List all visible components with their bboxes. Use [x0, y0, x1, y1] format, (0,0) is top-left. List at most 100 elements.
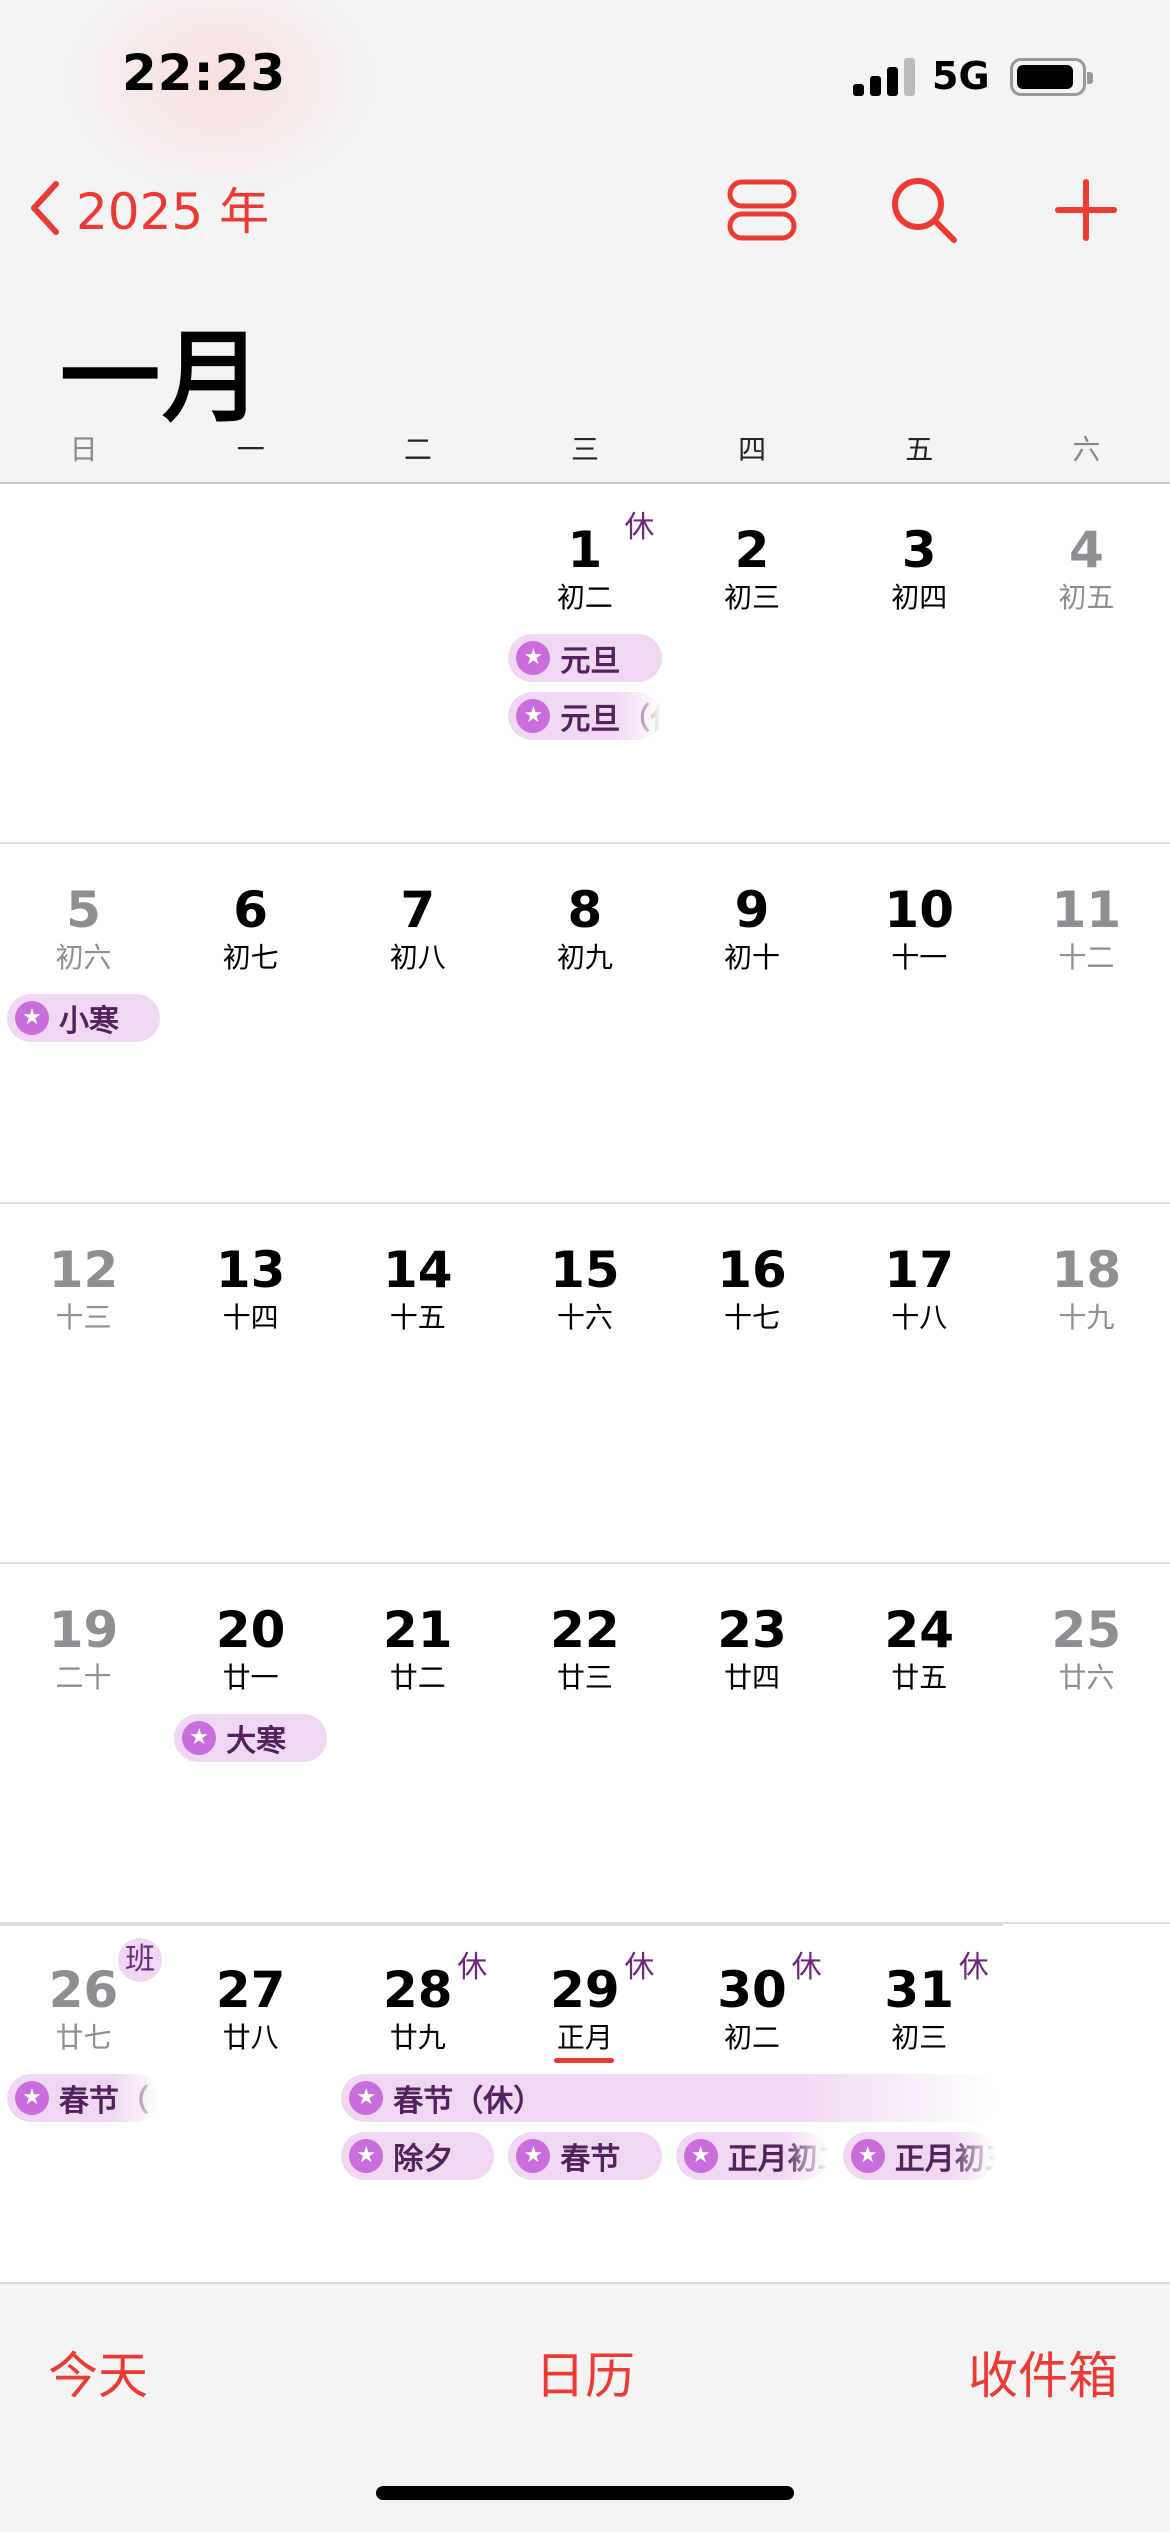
event-title: 春节（	[59, 2084, 149, 2119]
day-cell[interactable]: 15 十六	[501, 1204, 668, 1364]
day-cell[interactable]: 2 初三	[669, 484, 836, 644]
day-cell[interactable]: 20 廿一	[167, 1564, 334, 1724]
day-cell[interactable]: 18 十九	[1003, 1204, 1170, 1364]
day-cell[interactable]: 6 初七	[167, 844, 334, 1004]
event-chip[interactable]: 正月初二	[675, 2132, 829, 2180]
day-cell[interactable]: 13 十四	[167, 1204, 334, 1364]
event-title: 除夕	[393, 2142, 454, 2177]
today-button[interactable]: 今天	[48, 2336, 148, 2408]
day-cell[interactable]: 19 二十	[0, 1564, 167, 1724]
lunar-date: 廿四	[724, 1661, 781, 1694]
weekday-label: 五	[905, 433, 934, 466]
day-cell[interactable]: 31 初三休	[836, 1924, 1003, 2084]
lunar-date: 正月	[556, 2021, 613, 2054]
day-cell[interactable]: 23 廿四	[669, 1564, 836, 1724]
event-chip[interactable]: 元旦（休）	[508, 692, 662, 740]
day-number: 24	[884, 1601, 954, 1659]
home-indicator	[376, 2486, 794, 2500]
event-chip[interactable]: 除夕	[341, 2132, 495, 2180]
day-number: 3	[901, 521, 937, 579]
event-chip[interactable]: 小寒	[7, 994, 161, 1042]
event-chip[interactable]: 春节（	[7, 2074, 161, 2122]
day-number: 4	[1068, 521, 1104, 579]
lunar-date: 初九	[556, 941, 613, 974]
day-cell[interactable]: 30 初二休	[669, 1924, 836, 2084]
signal-icon	[853, 58, 915, 96]
day-number: 21	[382, 1601, 453, 1659]
day-cell[interactable]: 25 廿六	[1003, 1564, 1170, 1724]
chevron-left-icon	[31, 181, 59, 235]
day-cell[interactable]: 12 十三	[0, 1204, 167, 1364]
add-event-button[interactable]	[1046, 170, 1126, 250]
lunar-date: 廿六	[1058, 1661, 1115, 1694]
list-view-button[interactable]	[722, 170, 802, 250]
star-icon	[683, 2139, 718, 2173]
week-divider	[0, 1924, 1003, 1926]
lunar-date: 初十	[724, 941, 781, 974]
lunar-date: 初七	[222, 941, 279, 974]
plus-icon	[1055, 179, 1117, 241]
event-chip[interactable]: 春节（休）	[341, 2074, 996, 2122]
day-cell[interactable]: 29 正月休	[501, 1924, 668, 2084]
day-cell[interactable]: 3 初四	[836, 484, 1003, 644]
weekday-label: 日	[69, 433, 98, 466]
inbox-button[interactable]: 收件箱	[968, 2336, 1118, 2408]
star-icon	[349, 2081, 384, 2115]
lunar-date: 十七	[724, 1301, 781, 1334]
day-cell[interactable]: 26 廿七班	[0, 1924, 167, 2084]
search-button[interactable]	[884, 170, 964, 250]
day-cell[interactable]: 7 初八	[334, 844, 501, 1004]
day-number: 23	[717, 1601, 787, 1659]
day-cell[interactable]: 21 廿二	[334, 1564, 501, 1724]
event-title: 春节（休）	[393, 2084, 544, 2119]
day-cell[interactable]: 22 廿三	[501, 1564, 668, 1724]
event-chip[interactable]: 元旦	[508, 634, 662, 682]
day-cell[interactable]: 17 十八	[836, 1204, 1003, 1364]
day-cell[interactable]: 24 廿五	[836, 1564, 1003, 1724]
status-bar: 22:23 5G	[0, 0, 1170, 150]
event-chip[interactable]: 正月初三	[842, 2132, 996, 2180]
day-cell[interactable]: 14 十五	[334, 1204, 501, 1364]
lunar-date: 初二	[556, 581, 613, 614]
day-cell[interactable]: 28 廿九休	[334, 1924, 501, 2084]
lunar-date: 廿二	[389, 1661, 446, 1694]
lunar-date: 廿九	[389, 2021, 446, 2054]
lunar-date: 十四	[222, 1301, 279, 1334]
day-number: 25	[1051, 1601, 1122, 1659]
event-title: 正月初三	[894, 2142, 996, 2177]
day-cell[interactable]: 1 初二休	[501, 484, 668, 644]
lunar-date: 廿一	[222, 1661, 279, 1694]
status-time: 22:23	[122, 44, 287, 102]
day-cell[interactable]: 5 初六	[0, 844, 167, 1004]
today-indicator	[554, 2058, 615, 2063]
star-icon	[516, 699, 551, 733]
day-number: 22	[550, 1601, 620, 1659]
lunar-date: 初二	[724, 2021, 781, 2054]
network-label: 5G	[932, 54, 990, 98]
lunar-date: 十三	[55, 1301, 112, 1334]
lunar-date: 初三	[891, 2021, 948, 2054]
day-cell[interactable]: 10 十一	[836, 844, 1003, 1004]
event-chip[interactable]: 春节	[508, 2132, 662, 2180]
lunar-date: 廿三	[556, 1661, 613, 1694]
day-number: 7	[400, 881, 436, 939]
week-row: 19二十20廿一21廿二22廿三23廿四24廿五25廿六大寒	[0, 1564, 1170, 1924]
week-row: 26廿七班27廿八28廿九休29正月休30初二休31初三休春节（春节（休）除夕春…	[0, 1924, 1170, 2284]
lunar-date: 十五	[389, 1301, 446, 1334]
day-number: 6	[233, 881, 269, 939]
lunar-date: 初三	[724, 581, 781, 614]
holiday-badge: 休	[457, 1950, 488, 1985]
back-to-year-button[interactable]: 2025 年	[26, 172, 269, 244]
day-cell[interactable]: 9 初十	[669, 844, 836, 1004]
day-cell[interactable]: 11 十二	[1003, 844, 1170, 1004]
event-chip[interactable]: 大寒	[174, 1714, 328, 1762]
day-cell[interactable]: 27 廿八	[167, 1924, 334, 2084]
calendars-button[interactable]: 日历	[535, 2336, 635, 2408]
weekday-label: 四	[738, 433, 767, 466]
lunar-date: 初四	[891, 581, 948, 614]
day-cell[interactable]: 4 初五	[1003, 484, 1170, 644]
holiday-badge: 休	[791, 1950, 822, 1985]
day-cell[interactable]: 16 十七	[669, 1204, 836, 1364]
week-row: 1初二休2初三3初四4初五元旦元旦（休）	[0, 484, 1170, 844]
day-cell[interactable]: 8 初九	[501, 844, 668, 1004]
